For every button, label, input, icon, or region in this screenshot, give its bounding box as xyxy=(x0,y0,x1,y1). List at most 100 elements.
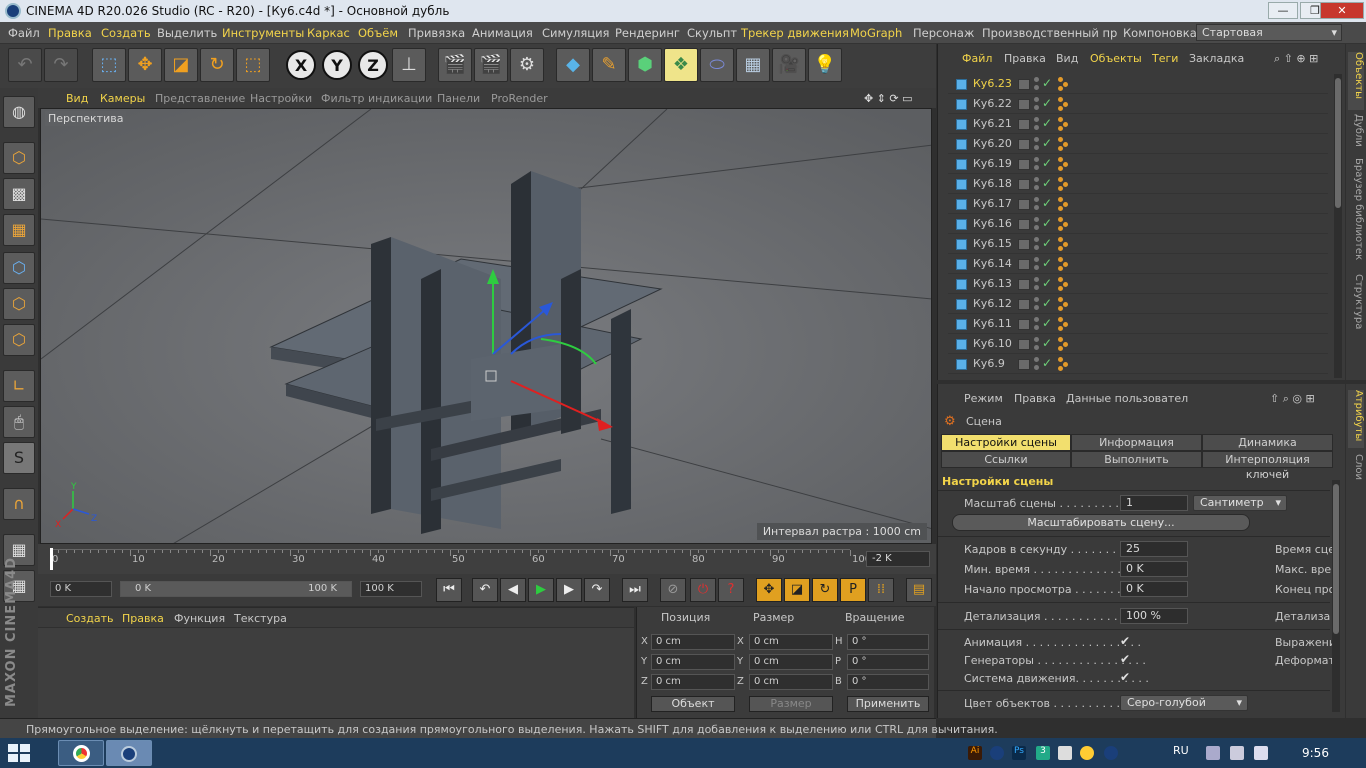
object-list[interactable]: Ку6.23 ✓ Ку6.22 ✓ Ку6.21 ✓ Ку6.20 ✓ Ку6.19 ✓ Ку6.1… xyxy=(938,74,1330,378)
key-scale-icon[interactable]: ◪ xyxy=(784,578,810,602)
enabled-check-icon[interactable]: ✓ xyxy=(1042,96,1052,110)
photoshop-tray-icon[interactable]: Ps xyxy=(1012,746,1026,760)
keyframe-selection-icon[interactable]: ? xyxy=(718,578,744,602)
polygons-mode-icon[interactable]: ⬡ xyxy=(3,324,35,356)
cinema4d-tray-icon[interactable] xyxy=(990,746,1004,760)
layer-icon[interactable] xyxy=(1018,139,1030,150)
prev-frame-icon[interactable]: ◀ xyxy=(500,578,526,602)
redo-icon[interactable]: ↷ xyxy=(44,48,78,82)
object-row[interactable]: Ку6.13 ✓ xyxy=(948,274,1328,294)
enabled-check-icon[interactable]: ✓ xyxy=(1042,236,1052,250)
layer-icon[interactable] xyxy=(1018,159,1030,170)
coordinate-system-icon[interactable]: ⊥ xyxy=(392,48,426,82)
render-visibility-icon[interactable] xyxy=(1034,325,1039,330)
chrome-taskbar-icon[interactable] xyxy=(58,740,104,766)
x-axis-button[interactable]: X xyxy=(286,50,316,80)
axis-mode-icon[interactable]: ∟ xyxy=(3,370,35,402)
object-name[interactable]: Ку6.21 xyxy=(973,117,1012,130)
snap-icon[interactable]: S xyxy=(3,442,35,474)
scene-unit-dropdown[interactable]: Сантиметр ▾ xyxy=(1193,495,1287,511)
document-tray-icon[interactable] xyxy=(1058,746,1072,760)
object-name[interactable]: Ку6.18 xyxy=(973,177,1012,190)
mat-menu-create[interactable]: Создать xyxy=(66,612,114,625)
tab-execute[interactable]: Выполнить xyxy=(1071,451,1202,468)
object-row[interactable]: Ку6.12 ✓ xyxy=(948,294,1328,314)
render-picture-viewer-icon[interactable]: 🎬 xyxy=(474,48,508,82)
headset-tray-icon[interactable] xyxy=(1080,746,1094,760)
key-param-icon[interactable]: P xyxy=(840,578,866,602)
object-name[interactable]: Ку6.19 xyxy=(973,157,1012,170)
object-name[interactable]: Ку6.11 xyxy=(973,317,1012,330)
menu-mesh[interactable]: Каркас xyxy=(307,26,350,40)
render-visibility-icon[interactable] xyxy=(1034,185,1039,190)
phong-tag-icon[interactable] xyxy=(1058,237,1072,251)
record-active-icon[interactable]: ⊘ xyxy=(660,578,686,602)
editor-visibility-icon[interactable] xyxy=(1034,277,1039,282)
object-name[interactable]: Ку6.22 xyxy=(973,97,1012,110)
edges-mode-icon[interactable]: ⬡ xyxy=(3,288,35,320)
enabled-check-icon[interactable]: ✓ xyxy=(1042,176,1052,190)
object-row[interactable]: Ку6.15 ✓ xyxy=(948,234,1328,254)
editor-visibility-icon[interactable] xyxy=(1034,117,1039,122)
tab-structure[interactable]: Структура xyxy=(1348,274,1364,334)
editor-visibility-icon[interactable] xyxy=(1034,337,1039,342)
object-row[interactable]: Ку6.10 ✓ xyxy=(948,334,1328,354)
tab-dynamics[interactable]: Динамика xyxy=(1202,434,1333,451)
vp-menu-options[interactable]: Настройки xyxy=(250,92,312,105)
animation-checkbox[interactable]: ✔ xyxy=(1120,634,1130,648)
obj-menu-bookmarks[interactable]: Закладка xyxy=(1189,52,1244,65)
viewport-perspective[interactable]: Y X Z Перспектива Интервал растра : 1000… xyxy=(40,108,932,544)
menu-snap[interactable]: Привязка xyxy=(408,26,465,40)
rotation-h-field[interactable]: 0 ° xyxy=(847,634,929,650)
close-button[interactable]: ✕ xyxy=(1320,2,1364,19)
enabled-check-icon[interactable]: ✓ xyxy=(1042,316,1052,330)
start-frame-field[interactable]: 0 K xyxy=(50,581,112,597)
mat-menu-edit[interactable]: Правка xyxy=(122,612,164,625)
render-visibility-icon[interactable] xyxy=(1034,205,1039,210)
phong-tag-icon[interactable] xyxy=(1058,297,1072,311)
enabled-check-icon[interactable]: ✓ xyxy=(1042,76,1052,90)
object-list-scrollbar-thumb[interactable] xyxy=(1335,78,1341,208)
goto-start-icon[interactable]: ⏮ xyxy=(436,578,462,602)
phong-tag-icon[interactable] xyxy=(1058,77,1072,91)
tab-objects[interactable]: Объекты xyxy=(1348,52,1364,110)
object-row[interactable]: Ку6.14 ✓ xyxy=(948,254,1328,274)
layer-icon[interactable] xyxy=(1018,299,1030,310)
attr-menu-mode[interactable]: Режим xyxy=(964,392,1003,405)
phong-tag-icon[interactable] xyxy=(1058,97,1072,111)
obj-menu-view[interactable]: Вид xyxy=(1056,52,1078,65)
min-time-field[interactable]: 0 K xyxy=(1120,561,1188,577)
editor-visibility-icon[interactable] xyxy=(1034,317,1039,322)
enabled-check-icon[interactable]: ✓ xyxy=(1042,216,1052,230)
coord-mode-dropdown[interactable]: Объект xyxy=(651,696,735,712)
menu-pipeline[interactable]: Производственный пр xyxy=(982,26,1117,40)
next-frame-icon[interactable]: ▶ xyxy=(556,578,582,602)
motion-system-checkbox[interactable]: ✔ xyxy=(1120,670,1130,684)
layer-icon[interactable] xyxy=(1018,259,1030,270)
obj-menu-tags[interactable]: Теги xyxy=(1152,52,1178,65)
menu-mograph[interactable]: MoGraph xyxy=(850,26,902,40)
object-name[interactable]: Ку6.10 xyxy=(973,337,1012,350)
render-visibility-icon[interactable] xyxy=(1034,265,1039,270)
layout-select[interactable]: Стартовая ▾ xyxy=(1196,24,1342,41)
render-view-icon[interactable]: 🎬 xyxy=(438,48,472,82)
layer-icon[interactable] xyxy=(1018,319,1030,330)
editor-visibility-icon[interactable] xyxy=(1034,137,1039,142)
position-z-field[interactable]: 0 cm xyxy=(651,674,735,690)
enabled-check-icon[interactable]: ✓ xyxy=(1042,356,1052,370)
clock[interactable]: 9:56 xyxy=(1302,746,1329,760)
obj-menu-edit[interactable]: Правка xyxy=(1004,52,1046,65)
editor-visibility-icon[interactable] xyxy=(1034,77,1039,82)
object-row[interactable]: Ку6.20 ✓ xyxy=(948,134,1328,154)
menu-character[interactable]: Персонаж xyxy=(913,26,974,40)
fps-field[interactable]: 25 xyxy=(1120,541,1188,557)
phong-tag-icon[interactable] xyxy=(1058,277,1072,291)
render-visibility-icon[interactable] xyxy=(1034,145,1039,150)
timeline-ruler[interactable]: 0 10 20 30 40 50 60 70 80 90 100 xyxy=(50,548,871,570)
editor-visibility-icon[interactable] xyxy=(1034,217,1039,222)
render-visibility-icon[interactable] xyxy=(1034,245,1039,250)
obj-menu-file[interactable]: Файл xyxy=(962,52,992,65)
next-key-icon[interactable]: ↷ xyxy=(584,578,610,602)
timeline-window-icon[interactable]: ▤ xyxy=(906,578,932,602)
vp-menu-view[interactable]: Вид xyxy=(66,92,88,105)
